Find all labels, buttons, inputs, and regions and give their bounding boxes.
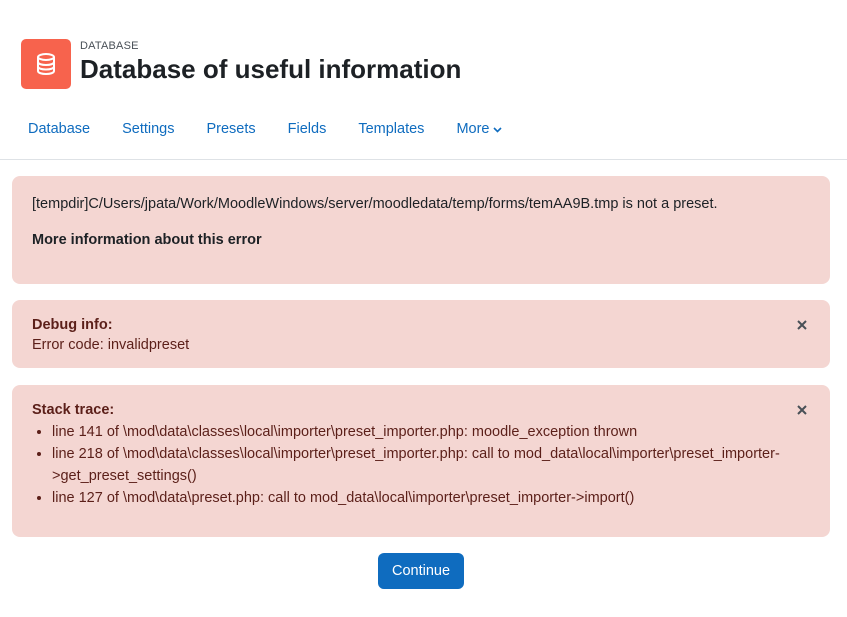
- error-message: [tempdir]C/Users/jpata/Work/MoodleWindow…: [32, 196, 718, 212]
- close-icon[interactable]: [796, 318, 808, 330]
- stack-trace-box: Stack trace: line 141 of \mod\data\class…: [12, 385, 830, 537]
- error-message-box: [tempdir]C/Users/jpata/Work/MoodleWindow…: [12, 176, 830, 284]
- tab-more[interactable]: More: [440, 121, 518, 137]
- tab-database[interactable]: Database: [12, 121, 106, 137]
- activity-type-label: DATABASE: [80, 40, 139, 52]
- close-icon[interactable]: [796, 403, 808, 415]
- debug-info-title: Debug info:: [32, 317, 113, 333]
- stack-trace-title: Stack trace:: [32, 402, 115, 418]
- more-info-link[interactable]: More information about this error: [32, 232, 810, 248]
- tab-settings[interactable]: Settings: [106, 121, 190, 137]
- tab-templates[interactable]: Templates: [342, 121, 440, 137]
- secondary-navigation: Database Settings Presets Fields Templat…: [12, 112, 518, 146]
- stack-trace-list: line 141 of \mod\data\classes\local\impo…: [32, 421, 810, 509]
- database-icon: [21, 39, 71, 89]
- tab-more-label: More: [456, 121, 490, 137]
- debug-info-text: Error code: invalidpreset: [32, 337, 190, 353]
- debug-info-box: Debug info: Error code: invalidpreset: [12, 300, 830, 368]
- chevron-down-icon: [493, 121, 503, 137]
- stack-trace-line: line 141 of \mod\data\classes\local\impo…: [52, 421, 810, 443]
- page-header: DATABASE Database of useful information: [21, 39, 461, 89]
- header-divider: [0, 159, 847, 160]
- tab-presets[interactable]: Presets: [190, 121, 271, 137]
- page-title: Database of useful information: [80, 54, 462, 84]
- stack-trace-line: line 127 of \mod\data\preset.php: call t…: [52, 487, 810, 509]
- continue-button[interactable]: Continue: [378, 553, 464, 589]
- title-block: DATABASE Database of useful information: [80, 39, 461, 85]
- tab-fields[interactable]: Fields: [272, 121, 343, 137]
- stack-trace-line: line 218 of \mod\data\classes\local\impo…: [52, 443, 810, 487]
